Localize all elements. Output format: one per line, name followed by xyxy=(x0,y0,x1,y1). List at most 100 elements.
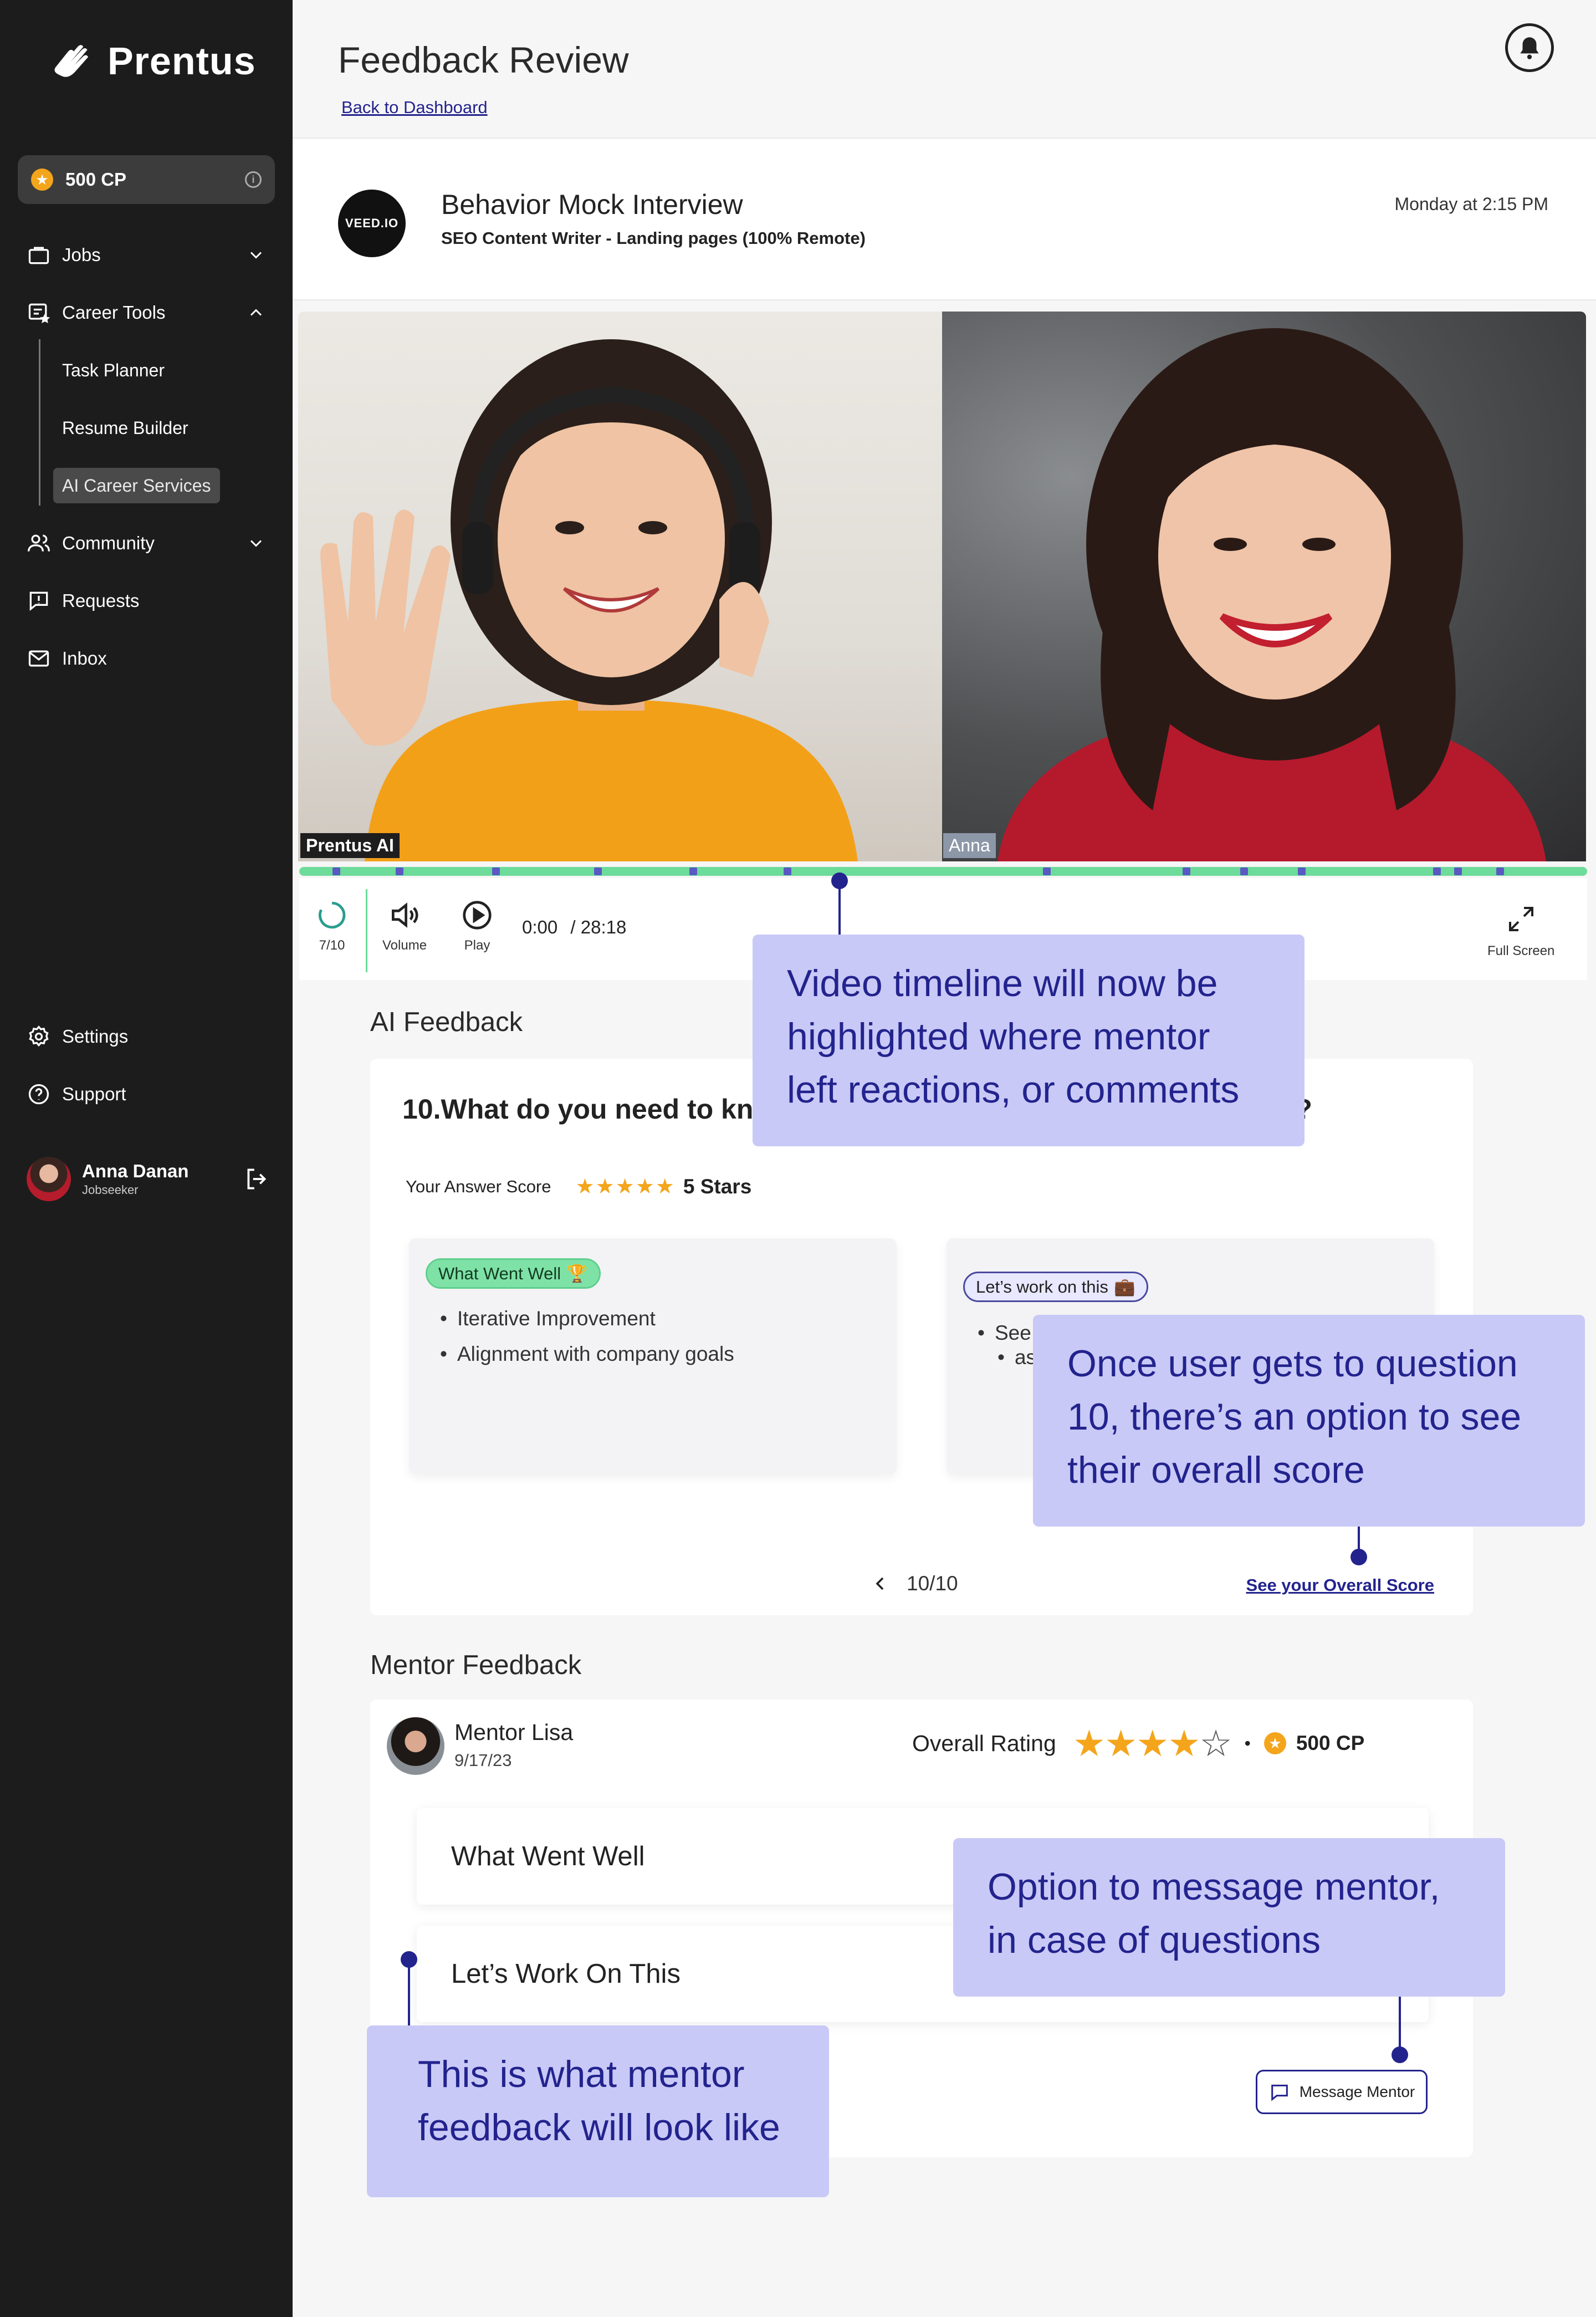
briefcase-icon xyxy=(28,247,49,264)
went-well-box: What Went Well 🏆 Iterative Improvement A… xyxy=(409,1238,897,1474)
progress-ring-icon xyxy=(319,901,346,929)
sidebar-item-support[interactable]: Support xyxy=(27,1078,266,1111)
video-feed-user[interactable]: Anna xyxy=(942,312,1586,861)
user-profile[interactable]: Anna Danan Jobseeker xyxy=(27,1154,270,1204)
interview-info-card: VEED.IO Behavior Mock Interview SEO Cont… xyxy=(293,137,1596,300)
see-overall-score-link[interactable]: See your Overall Score xyxy=(1246,1575,1434,1595)
star-filled: ★ xyxy=(1072,1723,1106,1764)
overall-rating-label: Overall Rating xyxy=(912,1730,1056,1756)
timeline-reaction-marker[interactable] xyxy=(594,867,602,875)
sidebar-item-label: Career Tools xyxy=(62,302,166,323)
annotation-connector xyxy=(408,1959,410,2025)
timeline-reaction-marker[interactable] xyxy=(784,867,791,875)
user-figure xyxy=(998,328,1546,861)
chevron-up-icon[interactable] xyxy=(246,303,266,323)
question-progress[interactable]: 7/10 xyxy=(316,899,348,953)
separator-dot: • xyxy=(1244,1733,1251,1753)
timeline-reaction-marker[interactable] xyxy=(1496,867,1504,875)
chevron-left-icon[interactable] xyxy=(869,1573,891,1595)
sidebar-item-requests[interactable]: Requests xyxy=(27,584,266,617)
sidebar-item-label: Settings xyxy=(62,1026,129,1047)
sidebar-item-career-tools[interactable]: Career Tools xyxy=(27,296,266,329)
request-icon xyxy=(29,591,48,611)
overall-rating-stars: ★★★★☆ xyxy=(1072,1723,1232,1764)
pager-label: 10/10 xyxy=(907,1572,958,1595)
video-feed-ai[interactable]: Prentus AI xyxy=(298,312,942,861)
chevron-down-icon[interactable] xyxy=(246,533,266,553)
annotation-overall-score: Once user gets to question 10, there’s a… xyxy=(1033,1315,1585,1527)
submenu-guide-line xyxy=(39,339,40,506)
gear-icon xyxy=(29,1025,49,1047)
sidebar-item-settings[interactable]: Settings xyxy=(27,1020,266,1053)
annotation-message-mentor: Option to message mentor, in case of que… xyxy=(953,1838,1505,1997)
star-filled: ★ xyxy=(1168,1723,1200,1764)
sidebar-item-label: Jobs xyxy=(62,244,101,265)
fullscreen-label: Full Screen xyxy=(1487,943,1555,958)
mentor-feedback-title: Mentor Feedback xyxy=(370,1650,582,1680)
timeline-playhead[interactable] xyxy=(831,872,848,889)
went-well-badge: What Went Well 🏆 xyxy=(426,1258,601,1289)
went-well-list: Iterative Improvement Alignment with com… xyxy=(440,1307,734,1378)
star-filled: ★ xyxy=(1104,1723,1137,1764)
annotation-connector xyxy=(1399,1997,1401,2053)
briefcase-emoji-icon: 💼 xyxy=(1113,1277,1135,1297)
work-on-badge: Let’s work on this 💼 xyxy=(963,1272,1148,1302)
mentor-avatar[interactable] xyxy=(387,1717,444,1775)
list-item: Iterative Improvement xyxy=(440,1307,734,1330)
mail-icon xyxy=(28,650,49,667)
timeline-reaction-marker[interactable] xyxy=(1298,867,1306,875)
interview-subtitle: SEO Content Writer - Landing pages (100%… xyxy=(441,228,866,248)
coin-icon: ★ xyxy=(31,169,53,191)
question-progress-label: 7/10 xyxy=(319,938,345,953)
fullscreen-button[interactable]: Full Screen xyxy=(1487,902,1554,959)
avatar[interactable] xyxy=(27,1157,71,1201)
back-to-dashboard-link[interactable]: Back to Dashboard xyxy=(341,98,488,118)
mentor-cp-reward: ★ 500 CP xyxy=(1264,1732,1364,1755)
annotation-connector-dot xyxy=(1392,2046,1408,2063)
volume-label: Volume xyxy=(382,938,427,953)
sidebar-item-community[interactable]: Community xyxy=(27,527,266,560)
timeline-reaction-marker[interactable] xyxy=(332,867,340,875)
interview-datetime: Monday at 2:15 PM xyxy=(1394,194,1548,214)
message-mentor-label: Message Mentor xyxy=(1299,2083,1415,2100)
timeline-reaction-marker[interactable] xyxy=(396,867,403,875)
timeline-reaction-marker[interactable] xyxy=(1240,867,1248,875)
sidebar-item-jobs[interactable]: Jobs xyxy=(27,238,266,272)
user-role: Jobseeker xyxy=(82,1183,139,1197)
sidebar-subitem-resume-builder[interactable]: Resume Builder xyxy=(53,410,197,446)
hand-wave-icon xyxy=(54,45,89,77)
time-display: 0:00 / 28:18 xyxy=(522,917,626,938)
timeline-reaction-marker[interactable] xyxy=(1183,867,1190,875)
volume-button[interactable]: Volume xyxy=(382,898,427,953)
career-tools-icon xyxy=(28,303,50,324)
sidebar-subitem-task-planner[interactable]: Task Planner xyxy=(53,353,173,388)
timeline-reaction-marker[interactable] xyxy=(689,867,697,875)
logout-icon[interactable] xyxy=(243,1165,270,1193)
notification-bell-button[interactable] xyxy=(1505,23,1554,72)
list-item: Alignment with company goals xyxy=(440,1343,734,1366)
company-logo: VEED.IO xyxy=(338,190,406,257)
brand-logo[interactable]: Prentus xyxy=(44,35,256,86)
answer-score-row: Your Answer Score ★★★★★ 5 Stars xyxy=(406,1174,751,1199)
annotation-mentor-feedback: This is what mentor feedback will look l… xyxy=(367,2025,829,2197)
sidebar-subitem-ai-career-services[interactable]: AI Career Services xyxy=(53,468,220,503)
timeline-reaction-marker[interactable] xyxy=(1433,867,1441,875)
info-icon[interactable]: i xyxy=(245,171,262,188)
sidebar-item-inbox[interactable]: Inbox xyxy=(27,642,266,675)
timeline-reaction-marker[interactable] xyxy=(1043,867,1051,875)
mentor-feedback-date: 9/17/23 xyxy=(454,1750,512,1770)
play-icon xyxy=(463,901,492,930)
people-icon xyxy=(28,534,50,552)
chat-bubble-icon xyxy=(1271,2084,1288,2101)
message-mentor-button[interactable]: Message Mentor xyxy=(1256,2070,1428,2114)
timeline-reaction-marker[interactable] xyxy=(1454,867,1462,875)
cp-balance-pill[interactable]: ★ 500 CP i xyxy=(18,155,275,204)
cp-balance: 500 CP xyxy=(65,169,127,190)
sidebar-item-label: Community xyxy=(62,533,155,553)
play-button[interactable]: Play xyxy=(460,898,494,953)
timeline-reaction-marker[interactable] xyxy=(492,867,500,875)
brand-name: Prentus xyxy=(108,39,256,83)
chevron-down-icon[interactable] xyxy=(246,245,266,265)
sidebar-item-label: Inbox xyxy=(62,648,107,668)
sidebar-item-label: Support xyxy=(62,1084,126,1104)
